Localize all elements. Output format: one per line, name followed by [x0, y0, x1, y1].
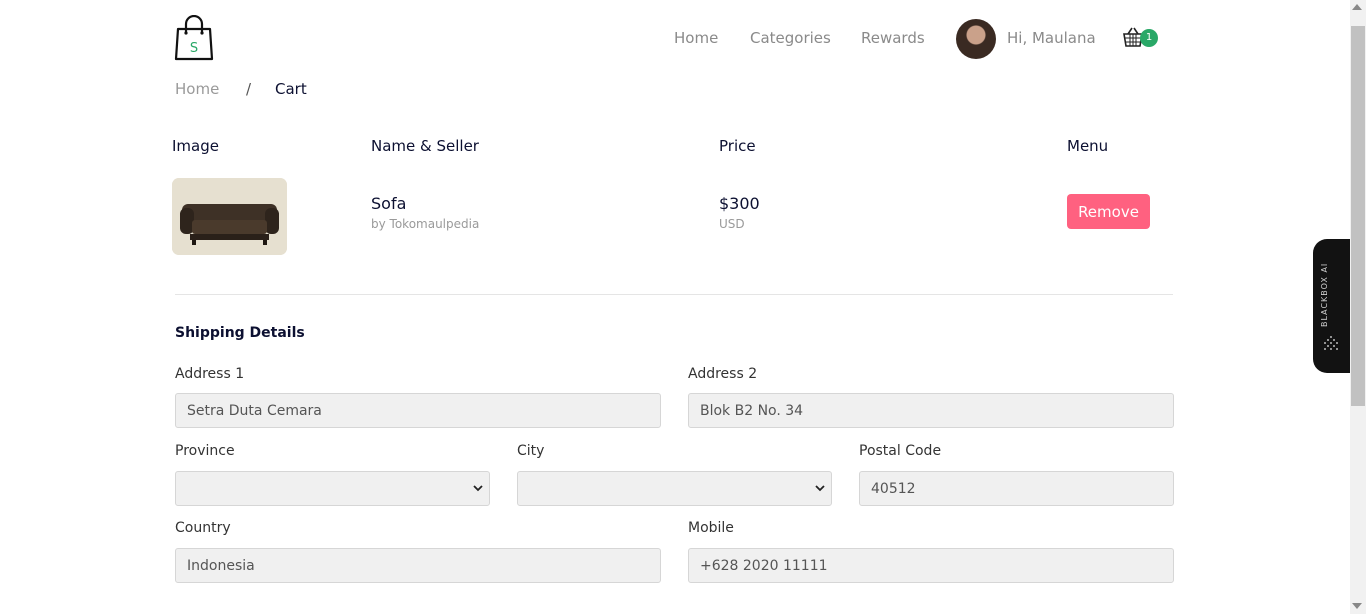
chevron-down-icon — [815, 485, 825, 492]
province-label: Province — [175, 443, 235, 459]
city-label: City — [517, 443, 545, 459]
address2-input[interactable] — [688, 393, 1174, 428]
postal-code-label: Postal Code — [859, 443, 942, 459]
column-header-image: Image — [172, 137, 219, 155]
scroll-down-arrow-icon[interactable] — [1352, 603, 1362, 609]
user-greeting[interactable]: Hi, Maulana — [1007, 29, 1096, 47]
city-select[interactable] — [517, 471, 832, 506]
product-currency: USD — [719, 217, 745, 231]
column-header-name-seller: Name & Seller — [371, 137, 479, 155]
nav-categories[interactable]: Categories — [750, 29, 831, 47]
remove-button[interactable]: Remove — [1067, 194, 1150, 229]
shopping-bag-dollar-icon[interactable]: S — [174, 15, 214, 61]
column-header-menu: Menu — [1067, 137, 1109, 155]
product-name[interactable]: Sofa — [371, 194, 406, 213]
breadcrumb-current: Cart — [275, 80, 307, 98]
mobile-label: Mobile — [688, 520, 734, 536]
nav-rewards[interactable]: Rewards — [861, 29, 925, 47]
breadcrumb-separator: / — [246, 80, 252, 98]
postal-code-input[interactable] — [859, 471, 1174, 506]
avatar[interactable] — [956, 19, 996, 59]
product-price: $300 — [719, 194, 760, 213]
country-label: Country — [175, 520, 231, 536]
blackbox-logo-icon — [1324, 336, 1338, 350]
scroll-up-arrow-icon[interactable] — [1352, 4, 1362, 10]
shipping-details-title: Shipping Details — [175, 325, 305, 341]
svg-text:S: S — [190, 41, 198, 56]
breadcrumb-home[interactable]: Home — [175, 80, 219, 98]
blackbox-ai-label: BLACKBOX AI — [1320, 262, 1329, 328]
province-select[interactable] — [175, 471, 490, 506]
product-seller: by Tokomaulpedia — [371, 217, 480, 231]
column-header-price: Price — [719, 137, 756, 155]
scrollbar-thumb[interactable] — [1351, 26, 1365, 406]
chevron-down-icon — [473, 485, 483, 492]
address1-input[interactable] — [175, 393, 661, 428]
address2-label: Address 2 — [688, 366, 758, 382]
divider — [175, 294, 1173, 295]
cart-count-badge: 1 — [1140, 29, 1158, 47]
mobile-input[interactable] — [688, 548, 1174, 583]
address1-label: Address 1 — [175, 366, 245, 382]
product-image-sofa — [172, 178, 287, 255]
nav-home[interactable]: Home — [674, 29, 718, 47]
country-input[interactable] — [175, 548, 661, 583]
